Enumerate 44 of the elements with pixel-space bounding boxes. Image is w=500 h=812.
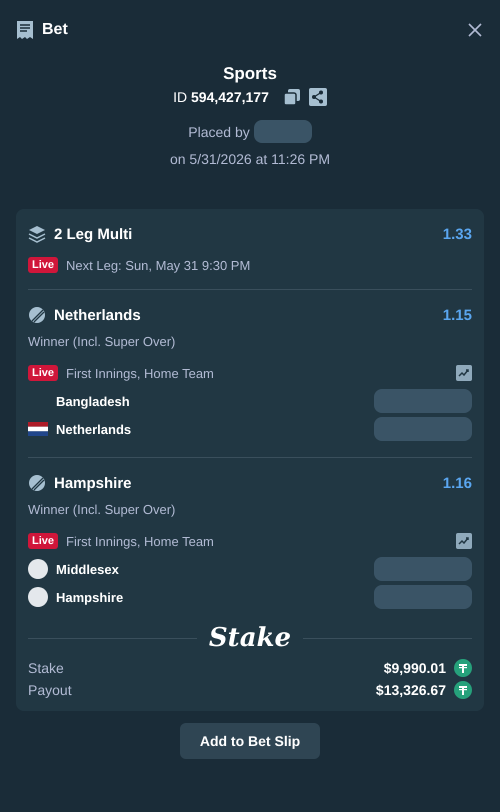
add-to-bet-slip-button[interactable]: Add to Bet Slip [180,723,320,759]
leg-title: Hampshire [54,474,133,492]
leg-title: Netherlands [54,306,142,324]
live-badge: Live [28,533,58,549]
cricket-ball-icon [28,306,46,324]
close-button[interactable] [466,21,484,39]
team-logo-icon [28,587,48,607]
receipt-icon [16,20,34,40]
dialog-title: Bet [42,21,69,39]
redacted-username [254,120,312,143]
total-odds: 1.33 [442,226,472,242]
live-badge: Live [28,365,58,381]
bet-category: Sports [223,64,277,84]
brand-logo: Stake [208,623,292,653]
team-name: Netherlands [56,422,132,436]
total-label: Stake [28,660,65,676]
total-value: $9,990.01 [384,660,446,676]
flag-icon [28,422,48,436]
tether-coin-icon [454,659,472,677]
leg-odds: 1.15 [442,306,472,324]
cricket-ball-icon [28,474,46,492]
match-status: First Innings, Home Team [66,534,215,548]
layers-icon [28,225,46,243]
team-name: Hampshire [56,590,124,604]
market-name: Winner (Incl. Super Over) [28,334,176,349]
copy-icon[interactable] [282,88,301,106]
next-leg-time: Next Leg: Sun, May 31 9:30 PM [66,258,250,272]
total-label: Payout [28,682,73,698]
chart-icon[interactable] [456,365,472,381]
placed-date: on 5/31/2026 at 11:26 PM [170,151,330,167]
total-value: $13,326.67 [376,682,446,698]
multi-title: 2 Leg Multi [54,226,134,242]
bet-id: ID 594,427,177 [173,89,269,105]
share-icon[interactable] [308,88,327,106]
live-badge: Live [28,257,58,273]
placed-by-label: Placed by [188,124,250,140]
leg-odds: 1.16 [442,474,472,492]
chart-icon[interactable] [456,533,472,549]
tether-coin-icon [454,681,472,699]
market-name: Winner (Incl. Super Over) [28,502,176,517]
team-name: Middlesex [56,562,120,576]
team-name: Bangladesh [56,394,131,408]
team-logo-icon [28,559,48,579]
match-status: First Innings, Home Team [66,366,215,380]
